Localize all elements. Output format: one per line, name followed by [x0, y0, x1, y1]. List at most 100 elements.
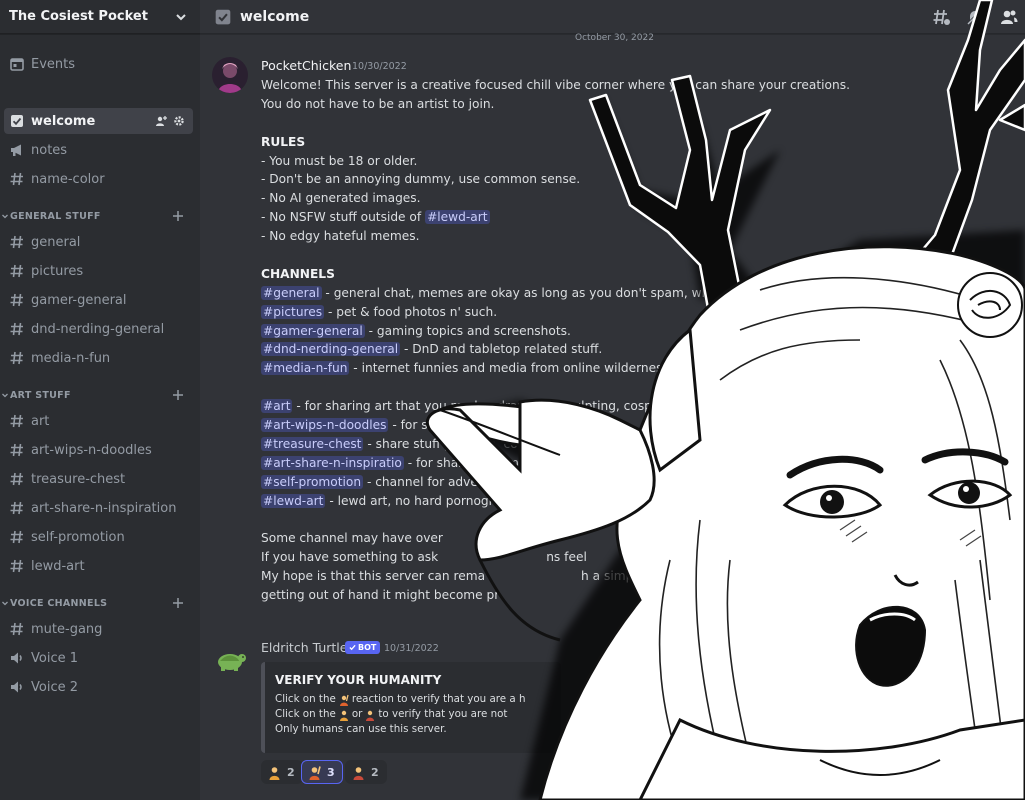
- person-gesture-icon: [339, 710, 348, 721]
- bot-badge-label: BOT: [358, 643, 377, 652]
- category-voice-channels[interactable]: VOICE CHANNELS: [0, 595, 193, 611]
- embed-line: Click on the or to verify that you are n…: [275, 707, 551, 722]
- message-line: #lewd-art - lewd art, no hard pornograph…: [261, 492, 1021, 511]
- message-line: getting out of hand it might become pr: [261, 588, 500, 603]
- sidebar-item-voice-2[interactable]: Voice 2: [4, 674, 193, 700]
- notification-off-icon[interactable]: [965, 7, 985, 27]
- message-text: - No NSFW stuff outside of: [261, 210, 422, 225]
- sidebar-item-label: notes: [31, 142, 68, 158]
- message-text: - gaming topics and screenshots.: [364, 323, 571, 338]
- hashtag-icon: [10, 293, 23, 307]
- channel-mention[interactable]: #self-promotion: [261, 474, 364, 489]
- message-line: #art-wips-n-doodles - for sharing work i…: [261, 416, 1021, 435]
- reaction-button[interactable]: 2: [345, 760, 387, 784]
- channel-sidebar: The Cosiest Pocket Events welcome notes …: [0, 0, 200, 800]
- sidebar-item-name-color[interactable]: name-color: [4, 166, 193, 192]
- avatar[interactable]: [212, 57, 248, 93]
- message-line: #self-promotion - channel for advertisin…: [261, 473, 1021, 492]
- calendar-icon: [10, 58, 24, 71]
- sidebar-item-label: treasure-chest: [31, 471, 126, 487]
- threads-icon[interactable]: [931, 7, 951, 27]
- channel-mention[interactable]: #art-wips-n-doodles: [261, 418, 389, 433]
- category-art-stuff[interactable]: ART STUFF: [0, 387, 193, 403]
- sidebar-item-treasure-chest[interactable]: treasure-chest: [4, 466, 193, 492]
- avatar-image: [212, 57, 248, 93]
- person-raising-hand-icon: [309, 765, 321, 780]
- check-icon: [349, 644, 356, 651]
- message-text: Some channel may have over: [261, 531, 443, 546]
- sidebar-item-general[interactable]: general: [4, 229, 193, 255]
- hashtag-icon: [10, 172, 23, 186]
- message-text: - for sharing art that you made - drawin…: [292, 399, 670, 414]
- invite-icon[interactable]: [155, 115, 167, 127]
- avatar[interactable]: [212, 640, 248, 676]
- reaction-count: 2: [287, 765, 295, 779]
- member-list-icon[interactable]: [999, 7, 1019, 27]
- embed-text: to verify that you are not: [378, 708, 508, 720]
- sidebar-item-gamer-general[interactable]: gamer-general: [4, 287, 193, 313]
- person-gesture-icon: [269, 766, 280, 780]
- reaction-count: 3: [327, 765, 335, 779]
- channel-mention[interactable]: #dnd-nerding-general: [261, 342, 401, 357]
- message-text: - for sharing art made: [403, 455, 542, 470]
- sidebar-item-pictures[interactable]: pictures: [4, 258, 193, 284]
- reaction-button[interactable]: 2: [261, 760, 303, 784]
- channel-mention[interactable]: #art-share-n-inspiratio: [261, 455, 404, 470]
- hashtag-icon: [10, 351, 23, 365]
- sidebar-item-notes[interactable]: notes: [4, 137, 193, 163]
- plus-icon[interactable]: [172, 389, 184, 401]
- message-author[interactable]: Eldritch Turtle: [261, 640, 347, 655]
- channel-mention[interactable]: #treasure-chest: [261, 436, 364, 451]
- chevron-down-icon: [2, 601, 8, 606]
- channel-mention[interactable]: #pictures: [261, 304, 325, 319]
- message-text: My hope is that this server can rema: [261, 569, 486, 584]
- channel-mention[interactable]: #media-n-fun: [261, 361, 350, 376]
- sidebar-item-art-wips-n-doodles[interactable]: art-wips-n-doodles: [4, 437, 193, 463]
- message-heading: CHANNELS: [261, 266, 335, 281]
- message-line: #pictures - pet & food photos n' such.: [261, 303, 1021, 322]
- channel-mention[interactable]: #lewd-art: [261, 493, 326, 508]
- sidebar-item-label: lewd-art: [31, 558, 85, 574]
- channel-mention[interactable]: #general: [261, 285, 322, 300]
- sidebar-item-art-share-n-inspiration[interactable]: art-share-n-inspiration: [4, 495, 193, 521]
- sidebar-item-media-n-fun[interactable]: media-n-fun: [4, 345, 193, 371]
- verify-embed: VERIFY YOUR HUMANITY Click on the reacti…: [261, 662, 561, 753]
- reaction-button[interactable]: 3: [301, 760, 343, 784]
- message-timestamp: 10/30/2022: [352, 61, 407, 72]
- channel-mention[interactable]: #gamer-general: [261, 323, 365, 338]
- channel-mention[interactable]: #lewd-art: [425, 210, 490, 225]
- hashtag-icon: [10, 264, 23, 278]
- chevron-down-icon: [2, 393, 8, 398]
- sidebar-item-welcome[interactable]: welcome: [4, 108, 193, 134]
- sidebar-item-label: dnd-nerding-general: [31, 321, 165, 337]
- embed-text: or: [351, 708, 363, 720]
- gear-icon[interactable]: [173, 115, 185, 127]
- server-header[interactable]: The Cosiest Pocket: [0, 0, 200, 34]
- message-line: #dnd-nerding-general - DnD and tabletop …: [261, 340, 1021, 359]
- message-line: #media-n-fun - internet funnies and medi…: [261, 359, 1021, 378]
- sidebar-item-art[interactable]: art: [4, 408, 193, 434]
- sidebar-item-lewd-art[interactable]: lewd-art: [4, 553, 193, 579]
- message-text: - share stuff you own, comm: [363, 436, 542, 451]
- message-line: - No NSFW stuff outside of #lewd-art: [261, 208, 1021, 227]
- sidebar-item-events[interactable]: Events: [4, 51, 193, 77]
- message-text: - internet funnies and media from online…: [349, 361, 673, 376]
- person-bust-icon: [353, 766, 364, 780]
- message-line: Some channel may have over ty you: [261, 529, 1021, 548]
- sidebar-item-label: pictures: [31, 263, 84, 279]
- channel-mention[interactable]: #art: [261, 399, 293, 414]
- embed-line: Click on the reaction to verify that you…: [275, 692, 551, 707]
- sidebar-item-label: media-n-fun: [31, 350, 111, 366]
- hashtag-icon: [10, 530, 23, 544]
- sidebar-item-mute-gang[interactable]: mute-gang: [4, 616, 193, 642]
- message-author[interactable]: PocketChicken: [261, 58, 351, 73]
- plus-icon[interactable]: [172, 210, 184, 222]
- message-line: #treasure-chest - share stuff you own, c…: [261, 435, 1021, 454]
- sidebar-item-self-promotion[interactable]: self-promotion: [4, 524, 193, 550]
- sidebar-item-voice-1[interactable]: Voice 1: [4, 645, 193, 671]
- sidebar-item-dnd-nerding-general[interactable]: dnd-nerding-general: [4, 316, 193, 342]
- channel-header: welcome: [200, 0, 1025, 34]
- hashtag-icon: [10, 501, 23, 515]
- category-general-stuff[interactable]: GENERAL STUFF: [0, 208, 193, 224]
- plus-icon[interactable]: [172, 597, 184, 609]
